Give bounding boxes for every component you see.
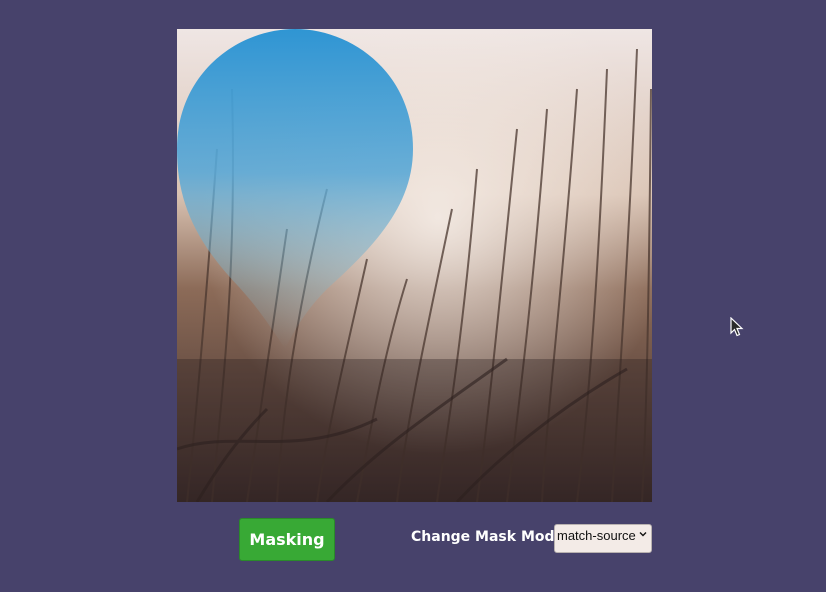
mask-mode-select[interactable]: match-source [554,524,652,553]
chevron-down-icon [639,532,647,537]
controls-bar: Masking Change Mask Mode: match-source [0,510,826,570]
mask-mode-label: Change Mask Mode: [411,529,570,545]
masking-button[interactable]: Masking [239,518,335,561]
page: Masking Change Mask Mode: match-source [0,0,826,592]
masked-image [177,29,652,502]
photo-illustration [177,29,652,502]
mouse-cursor-icon [730,317,744,337]
mask-mode-value: match-source [557,528,636,543]
